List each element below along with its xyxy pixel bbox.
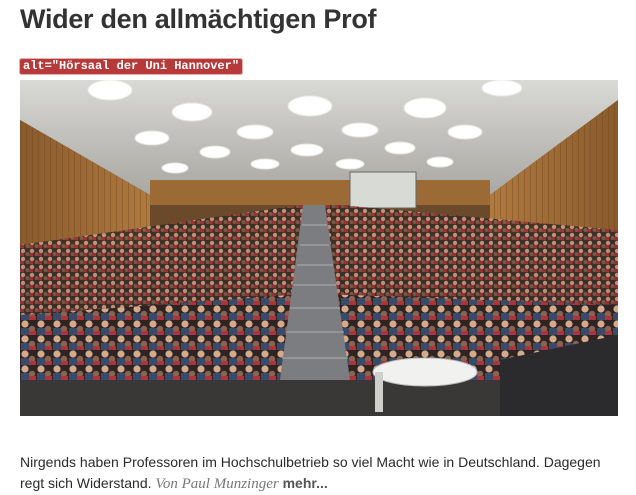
author-byline: Von Paul Munzinger bbox=[155, 476, 279, 492]
article-teaser: Nirgends haben Professoren im Hochschulb… bbox=[20, 452, 620, 495]
lecture-hall-photo[interactable] bbox=[20, 80, 618, 416]
image-alt-label: alt="Hörsaal der Uni Hannover" bbox=[19, 58, 244, 75]
more-link[interactable]: mehr... bbox=[283, 475, 328, 491]
lecture-hall-illustration bbox=[20, 80, 618, 416]
article-headline[interactable]: Wider den allmächtigen Prof bbox=[20, 4, 377, 35]
